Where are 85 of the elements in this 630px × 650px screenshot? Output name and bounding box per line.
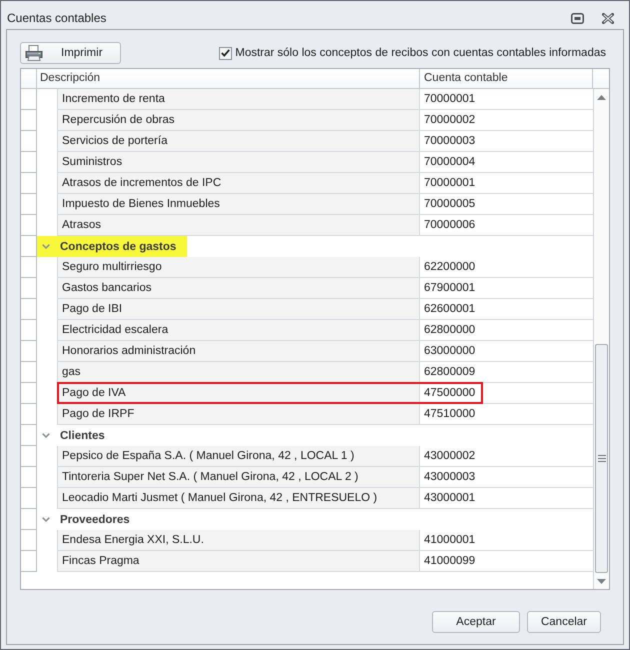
table-cell: 62600001	[419, 299, 593, 320]
row-indicator[interactable]	[21, 215, 37, 236]
checkmark-icon	[221, 49, 230, 57]
up-arrow-icon[interactable]	[597, 94, 606, 100]
table-cell: Servicios de portería	[57, 131, 419, 152]
column-header[interactable]: Cuenta contable	[420, 69, 593, 88]
table-cell: Suministros	[57, 152, 419, 173]
table-cell: 62800000	[419, 320, 593, 341]
table-cell: Tintoreria Super Net S.A. ( Manuel Girona, 42 , LOCAL 2 )	[57, 467, 419, 488]
row-indicator[interactable]	[21, 509, 37, 530]
table-cell: 41000099	[419, 551, 593, 572]
row-indicator[interactable]	[21, 89, 37, 110]
table-cell: Incremento de renta	[57, 89, 419, 110]
row-indicator[interactable]	[21, 446, 37, 467]
row-indicator[interactable]	[21, 320, 37, 341]
group-header[interactable]: Conceptos de gastos	[37, 236, 188, 257]
table-cell: Fincas Pragma	[57, 551, 419, 572]
row-indicator[interactable]	[21, 362, 37, 383]
scroll-thumb[interactable]	[595, 344, 608, 573]
maximize-icon[interactable]	[571, 12, 584, 24]
table-cell: Honorarios administración	[57, 341, 419, 362]
down-arrow-icon[interactable]	[597, 578, 606, 584]
row-indicator[interactable]	[21, 488, 37, 509]
table-cell: 47500000	[419, 383, 593, 404]
row-indicator[interactable]	[21, 551, 37, 572]
table-cell: 47510000	[419, 404, 593, 425]
table-cell: 62200000	[419, 257, 593, 278]
checkbox[interactable]	[219, 46, 232, 60]
print-button[interactable]: Imprimir	[20, 42, 121, 64]
table-cell: Pago de IRPF	[57, 404, 419, 425]
table-cell: Pago de IBI	[57, 299, 419, 320]
row-indicator[interactable]	[21, 131, 37, 152]
row-indicator[interactable]	[21, 530, 37, 551]
chevron-icon[interactable]	[42, 244, 50, 249]
table-cell: 70000006	[419, 215, 593, 236]
table-cell: Repercusión de obras	[57, 110, 419, 131]
row-indicator[interactable]	[21, 236, 37, 257]
row-indicator[interactable]	[21, 278, 37, 299]
row-indicator[interactable]	[21, 194, 37, 215]
table-cell: Atrasos de incrementos de IPC	[57, 173, 419, 194]
table-cell: 63000000	[419, 341, 593, 362]
row-indicator[interactable]	[21, 383, 37, 404]
scrollbar-track[interactable]	[593, 89, 609, 589]
table-cell: 43000002	[419, 446, 593, 467]
table-cell: 70000003	[419, 131, 593, 152]
printer-icon	[25, 45, 43, 61]
row-indicator[interactable]	[21, 299, 37, 320]
checkbox-label[interactable]: Mostrar sólo los conceptos de recibos con cuentas contables informadas	[235, 47, 606, 59]
table-cell: 43000001	[419, 488, 593, 509]
table-cell: Leocadio Marti Jusmet ( Manuel Girona, 42 , ENTRESUELO )	[57, 488, 419, 509]
row-indicator[interactable]	[21, 425, 37, 446]
table-cell: 43000003	[419, 467, 593, 488]
group-header[interactable]: Clientes	[37, 425, 116, 446]
table-cell: 70000002	[419, 110, 593, 131]
chevron-icon[interactable]	[42, 517, 50, 522]
table-cell: 70000004	[419, 152, 593, 173]
row-indicator[interactable]	[21, 110, 37, 131]
table-cell: 62800009	[419, 362, 593, 383]
window-title: Cuentas contables	[7, 11, 106, 25]
table-cell: 41000001	[419, 530, 593, 551]
row-indicator[interactable]	[21, 467, 37, 488]
table-cell: 70000005	[419, 194, 593, 215]
table-cell: gas	[57, 362, 419, 383]
row-indicator[interactable]	[21, 173, 37, 194]
table-cell: Endesa Energia XXI, S.L.U.	[57, 530, 419, 551]
table-cell: Atrasos	[57, 215, 419, 236]
chevron-icon[interactable]	[42, 433, 50, 438]
table-cell: 67900001	[419, 278, 593, 299]
row-indicator[interactable]	[21, 152, 37, 173]
table-cell: Pepsico de España S.A. ( Manuel Girona, 42 , LOCAL 1 )	[57, 446, 419, 467]
row-indicator[interactable]	[21, 341, 37, 362]
grip-icon	[598, 455, 606, 462]
table-cell: Impuesto de Bienes Inmuebles	[57, 194, 419, 215]
accept-button[interactable]: Aceptar	[432, 611, 520, 633]
table-cell: Electricidad escalera	[57, 320, 419, 341]
table-cell: 70000001	[419, 89, 593, 110]
close-icon[interactable]	[602, 12, 614, 24]
table-cell: Gastos bancarios	[57, 278, 419, 299]
cancel-button[interactable]: Cancelar	[527, 611, 601, 633]
column-header[interactable]: Descripción	[37, 69, 420, 88]
row-indicator[interactable]	[21, 257, 37, 278]
table-cell: 70000001	[419, 173, 593, 194]
table-cell: Seguro multirriesgo	[57, 257, 419, 278]
row-indicator[interactable]	[21, 404, 37, 425]
group-header[interactable]: Proveedores	[37, 509, 141, 530]
